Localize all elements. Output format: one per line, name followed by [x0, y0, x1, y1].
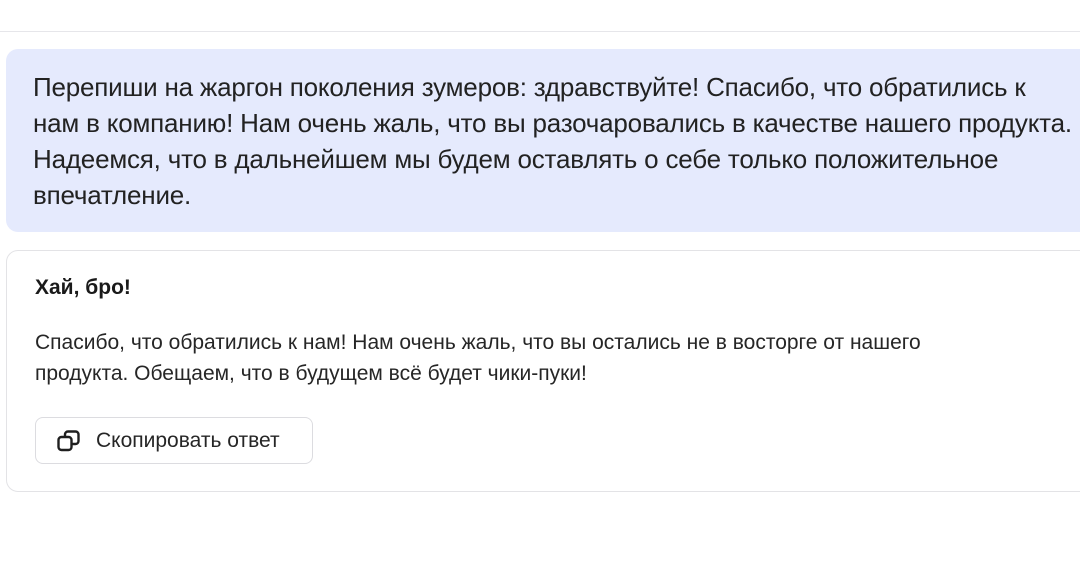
answer-greeting: Хай, бро! — [35, 276, 131, 299]
answer-body-text: Спасибо, что обратились к нам! Нам очень… — [35, 331, 921, 385]
top-divider — [0, 31, 1080, 32]
copy-answer-label: Скопировать ответ — [96, 428, 280, 452]
assistant-answer-card: Хай, бро! Спасибо, что обратились к нам!… — [6, 250, 1080, 492]
copy-icon — [56, 428, 82, 454]
copy-answer-button[interactable]: Скопировать ответ — [35, 417, 313, 464]
user-message-bubble: Перепиши на жаргон поколения зумеров: зд… — [6, 49, 1080, 232]
user-message-text: Перепиши на жаргон поколения зумеров: зд… — [33, 72, 1079, 210]
